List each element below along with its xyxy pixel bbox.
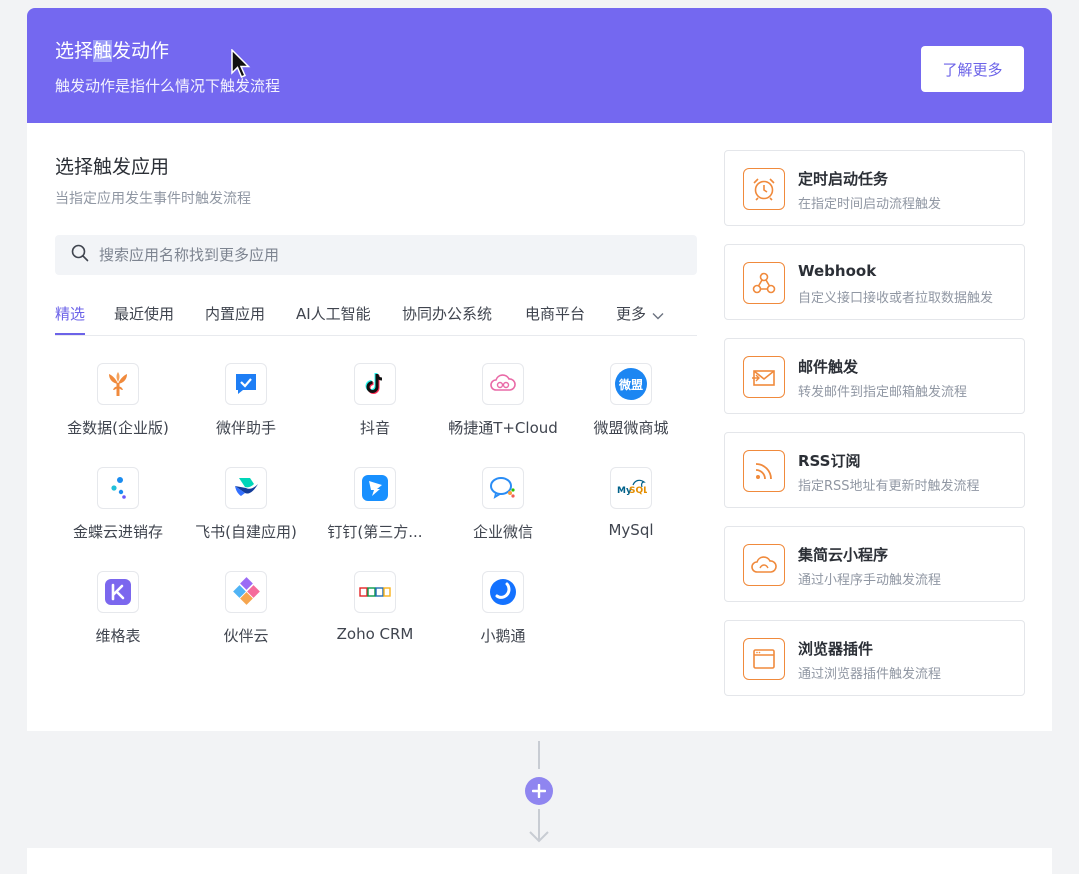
trigger-title: 浏览器插件 <box>798 640 874 658</box>
app-card[interactable]: 畅捷通T+Cloud <box>441 363 565 453</box>
app-card[interactable]: 维格表 <box>56 571 180 661</box>
app-name: 小鹅通 <box>480 627 526 645</box>
next-step-panel <box>27 848 1052 874</box>
app-search-box[interactable] <box>55 235 697 275</box>
mouse-cursor-icon <box>231 48 251 85</box>
app-card[interactable]: 抖音 <box>313 363 437 453</box>
rss-icon <box>743 450 785 492</box>
app-card[interactable]: 小鹅通 <box>441 571 565 661</box>
tab-featured[interactable]: 精选 <box>55 303 86 335</box>
tab-ecommerce[interactable]: 电商平台 <box>525 303 585 335</box>
app-name: 钉钉(第三方... <box>327 523 423 541</box>
app-name: 金数据(企业版) <box>67 419 169 437</box>
tab-more[interactable]: 更多 <box>616 303 664 335</box>
trigger-subtitle: 在指定时间启动流程触发 <box>798 197 942 212</box>
app-name: 抖音 <box>359 419 390 437</box>
app-name: 微盟微商城 <box>593 419 669 437</box>
trigger-title: 邮件触发 <box>798 358 859 376</box>
app-name: MySql <box>608 521 654 539</box>
alarm-clock-icon <box>743 168 785 210</box>
trigger-subtitle: 自定义接口接收或者拉取数据触发 <box>798 291 994 306</box>
xiaoe-icon <box>482 571 524 613</box>
trigger-title: RSS订阅 <box>798 452 861 470</box>
svg-text:SQL: SQL <box>629 486 647 496</box>
search-icon <box>55 244 89 266</box>
webhook-icon <box>743 262 785 304</box>
mail-icon <box>743 356 785 398</box>
zoho-logo-icon <box>354 571 396 613</box>
app-name: 维格表 <box>95 627 141 645</box>
chanjet-cloud-icon <box>482 363 524 405</box>
app-name: 微伴助手 <box>215 419 276 437</box>
weimob-icon: 微盟 <box>610 363 652 405</box>
apps-section-title: 选择触发应用 <box>55 156 170 178</box>
trigger-browser-plugin[interactable]: 浏览器插件 通过浏览器插件触发流程 <box>724 620 1025 696</box>
trigger-mini-program[interactable]: 集简云小程序 通过小程序手动触发流程 <box>724 526 1025 602</box>
app-card[interactable]: My SQL MySql <box>569 467 693 557</box>
trigger-rss[interactable]: RSS订阅 指定RSS地址有更新时触发流程 <box>724 432 1025 508</box>
app-card[interactable]: 飞书(自建应用) <box>184 467 308 557</box>
trigger-title: 集简云小程序 <box>798 546 889 564</box>
douyin-note-icon <box>354 363 396 405</box>
trigger-subtitle: 通过小程序手动触发流程 <box>798 573 942 588</box>
trigger-action-header: 选择触发动作 触发动作是指什么情况下触发流程 了解更多 <box>27 8 1052 123</box>
app-card[interactable]: 企业微信 <box>441 467 565 557</box>
add-step-button[interactable] <box>525 777 553 805</box>
app-card[interactable]: 钉钉(第三方... <box>313 467 437 557</box>
header-title: 选择触发动作 <box>55 40 170 62</box>
trigger-subtitle: 指定RSS地址有更新时触发流程 <box>798 479 980 494</box>
huoban-diamond-icon <box>225 571 267 613</box>
app-name: 企业微信 <box>472 523 533 541</box>
trigger-webhook[interactable]: Webhook 自定义接口接收或者拉取数据触发 <box>724 244 1025 320</box>
svg-text:微盟: 微盟 <box>618 377 643 392</box>
search-input[interactable] <box>99 246 659 264</box>
app-card[interactable]: 金蝶云进销存 <box>56 467 180 557</box>
category-tabs: 精选 最近使用 内置应用 AI人工智能 协同办公系统 电商平台 更多 <box>55 303 697 336</box>
trigger-email[interactable]: 邮件触发 转发邮件到指定邮箱触发流程 <box>724 338 1025 414</box>
tab-ai[interactable]: AI人工智能 <box>296 303 371 335</box>
kingdee-dots-icon <box>97 467 139 509</box>
app-card[interactable]: 伙伴云 <box>184 571 308 661</box>
app-name: 伙伴云 <box>223 627 269 645</box>
trigger-title: 定时启动任务 <box>798 170 889 188</box>
trigger-subtitle: 通过浏览器插件触发流程 <box>798 667 942 682</box>
arrow-down-icon <box>527 809 551 847</box>
dingtalk-wing-icon <box>354 467 396 509</box>
app-card[interactable]: 微盟 微盟微商城 <box>569 363 693 453</box>
feishu-bird-icon <box>225 467 267 509</box>
trigger-title: Webhook <box>798 262 877 280</box>
tab-builtin[interactable]: 内置应用 <box>205 303 265 335</box>
flow-connector-line <box>538 741 540 769</box>
chevron-down-icon <box>652 306 664 324</box>
tab-more-label: 更多 <box>616 305 647 323</box>
tab-recent[interactable]: 最近使用 <box>114 303 174 335</box>
app-card[interactable]: 金数据(企业版) <box>56 363 180 453</box>
trigger-select-panel: 选择触发应用 当指定应用发生事件时触发流程 精选 最近使用 内置应用 AI人工智… <box>27 123 1052 731</box>
trigger-scheduled-task[interactable]: 定时启动任务 在指定时间启动流程触发 <box>724 150 1025 226</box>
wecom-bubble-icon <box>482 467 524 509</box>
vika-icon <box>97 571 139 613</box>
selected-text-highlight: 触 <box>93 40 113 62</box>
app-name: 金蝶云进销存 <box>72 523 163 541</box>
mysql-dolphin-icon: My SQL <box>610 467 652 509</box>
app-card[interactable]: Zoho CRM <box>313 571 437 661</box>
cloud-icon <box>743 544 785 586</box>
tab-collaboration[interactable]: 协同办公系统 <box>402 303 492 335</box>
plus-icon <box>532 784 546 798</box>
app-card[interactable]: 微伴助手 <box>184 363 308 453</box>
weiban-check-icon <box>225 363 267 405</box>
app-name: 畅捷通T+Cloud <box>448 419 558 437</box>
apps-section-subtitle: 当指定应用发生事件时触发流程 <box>55 191 251 207</box>
trigger-subtitle: 转发邮件到指定邮箱触发流程 <box>798 385 968 400</box>
jinshuju-tree-icon <box>97 363 139 405</box>
app-name: Zoho CRM <box>336 625 414 643</box>
learn-more-button[interactable]: 了解更多 <box>921 46 1024 92</box>
app-name: 飞书(自建应用) <box>195 523 297 541</box>
browser-window-icon <box>743 638 785 680</box>
